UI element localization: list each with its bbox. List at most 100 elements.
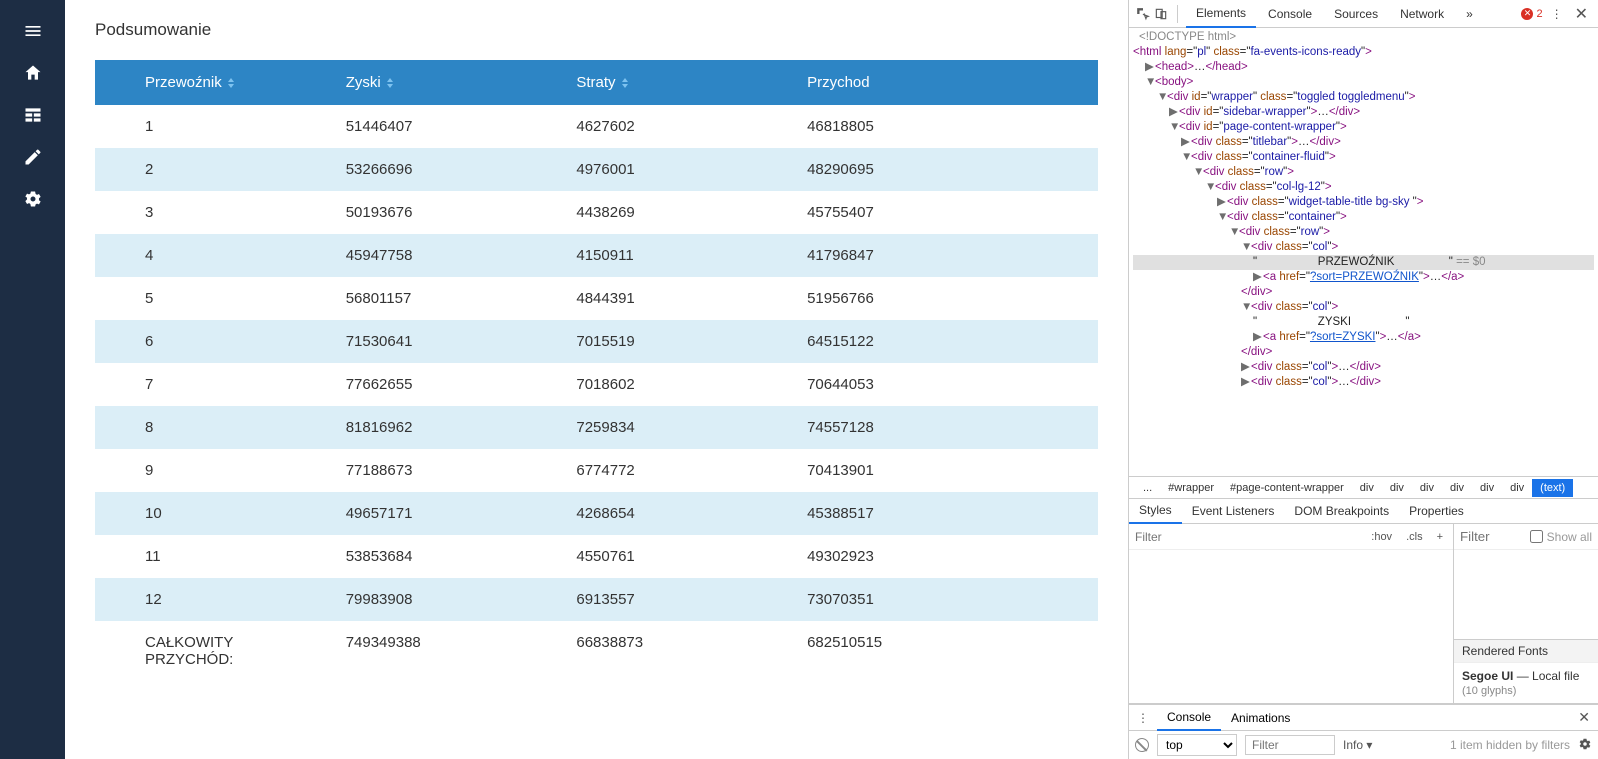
clear-console-icon[interactable] xyxy=(1135,738,1149,752)
devtools-close-icon[interactable]: ✕ xyxy=(1571,4,1592,24)
crumb[interactable]: div xyxy=(1352,479,1382,497)
inspect-icon[interactable] xyxy=(1135,6,1151,22)
devtools-panel: Elements Console Sources Network » ✕2 ⋮ … xyxy=(1128,0,1598,759)
main-content: Podsumowanie Przewoźnik Zyski Straty Prz… xyxy=(65,0,1128,759)
stab-event[interactable]: Event Listeners xyxy=(1182,499,1285,523)
hov-toggle[interactable]: :hov xyxy=(1367,529,1396,545)
cell: 8 xyxy=(95,406,326,449)
elements-tree[interactable]: <!DOCTYPE html> <html lang="pl" class="f… xyxy=(1129,28,1598,476)
crumb[interactable]: div xyxy=(1502,479,1532,497)
crumb[interactable]: ... xyxy=(1135,479,1160,497)
device-icon[interactable] xyxy=(1153,6,1169,22)
cell: 79983908 xyxy=(326,578,557,621)
sort-icon xyxy=(620,78,630,88)
cell: 1 xyxy=(95,105,326,148)
sidebar xyxy=(0,0,65,759)
cell: 6 xyxy=(95,320,326,363)
tab-network[interactable]: Network xyxy=(1390,1,1454,27)
cls-toggle[interactable]: .cls xyxy=(1402,529,1427,545)
cell: 3 xyxy=(95,191,326,234)
cell: 7 xyxy=(95,363,326,406)
table-row: 151446407462760246818805 xyxy=(95,105,1098,148)
table-row: 977188673677477270413901 xyxy=(95,449,1098,492)
styles-filter-input[interactable] xyxy=(1135,530,1361,544)
table-icon[interactable] xyxy=(0,94,65,136)
table-row: 1279983908691355773070351 xyxy=(95,578,1098,621)
sort-icon xyxy=(226,78,236,88)
cell: 6913557 xyxy=(556,578,787,621)
home-icon[interactable] xyxy=(0,52,65,94)
loglevel-select[interactable]: Info ▾ xyxy=(1343,738,1372,752)
cell: 45947758 xyxy=(326,234,557,277)
cell: 81816962 xyxy=(326,406,557,449)
crumb[interactable]: div xyxy=(1472,479,1502,497)
rendered-fonts: Rendered Fonts Segoe UI — Local file(10 … xyxy=(1454,639,1598,703)
cell: 6774772 xyxy=(556,449,787,492)
gear-icon[interactable] xyxy=(0,178,65,220)
crumb[interactable]: div xyxy=(1442,479,1472,497)
cell: 7259834 xyxy=(556,406,787,449)
crumb[interactable]: div xyxy=(1382,479,1412,497)
table-row: 1153853684455076149302923 xyxy=(95,535,1098,578)
stab-styles[interactable]: Styles xyxy=(1129,498,1182,524)
th-straty[interactable]: Straty xyxy=(556,60,787,105)
cell: 4550761 xyxy=(556,535,787,578)
cell: 71530641 xyxy=(326,320,557,363)
cell: 49657171 xyxy=(326,492,557,535)
cell: 41796847 xyxy=(787,234,1098,277)
cell: 46818805 xyxy=(787,105,1098,148)
cell: 51446407 xyxy=(326,105,557,148)
add-rule-icon[interactable]: + xyxy=(1433,529,1447,545)
context-select[interactable]: top xyxy=(1157,734,1237,756)
tab-more[interactable]: » xyxy=(1456,1,1483,27)
crumb[interactable]: #page-content-wrapper xyxy=(1222,479,1352,497)
th-zyski[interactable]: Zyski xyxy=(326,60,557,105)
cell: 4150911 xyxy=(556,234,787,277)
cell: 56801157 xyxy=(326,277,557,320)
ctab-animations[interactable]: Animations xyxy=(1221,706,1300,730)
stab-props[interactable]: Properties xyxy=(1399,499,1474,523)
console-drawer: ⋮ Console Animations ✕ top Info ▾ 1 item… xyxy=(1129,704,1598,759)
drawer-menu-icon[interactable]: ⋮ xyxy=(1129,711,1157,725)
crumb[interactable]: div xyxy=(1412,479,1442,497)
edit-icon[interactable] xyxy=(0,136,65,178)
console-filter-input[interactable] xyxy=(1245,735,1335,755)
styles-tabs: Styles Event Listeners DOM Breakpoints P… xyxy=(1129,498,1598,524)
cell: 4844391 xyxy=(556,277,787,320)
table-row: 350193676443826945755407 xyxy=(95,191,1098,234)
th-przewoznik[interactable]: Przewoźnik xyxy=(95,60,326,105)
cell: 70413901 xyxy=(787,449,1098,492)
cell: 11 xyxy=(95,535,326,578)
tab-console[interactable]: Console xyxy=(1258,1,1322,27)
cell: 2 xyxy=(95,148,326,191)
cell: 77188673 xyxy=(326,449,557,492)
cell: 74557128 xyxy=(787,406,1098,449)
table-row: 881816962725983474557128 xyxy=(95,406,1098,449)
computed-filter-input[interactable] xyxy=(1460,529,1510,544)
styles-body: :hov .cls + Show all Rendered Fonts Sego… xyxy=(1129,524,1598,704)
crumb[interactable]: #wrapper xyxy=(1160,479,1222,497)
cell: 7015519 xyxy=(556,320,787,363)
table-row: 445947758415091141796847 xyxy=(95,234,1098,277)
tab-sources[interactable]: Sources xyxy=(1324,1,1388,27)
cell: 4268654 xyxy=(556,492,787,535)
devtools-menu-icon[interactable]: ⋮ xyxy=(1545,7,1569,21)
stab-dom[interactable]: DOM Breakpoints xyxy=(1284,499,1399,523)
cell: 4438269 xyxy=(556,191,787,234)
drawer-close-icon[interactable]: ✕ xyxy=(1570,709,1598,726)
error-badge[interactable]: ✕2 xyxy=(1521,8,1542,20)
cell: 9 xyxy=(95,449,326,492)
crumb[interactable]: (text) xyxy=(1532,479,1573,497)
th-przychod[interactable]: Przychod xyxy=(787,60,1098,105)
showall-checkbox[interactable] xyxy=(1530,530,1543,543)
cell: 4976001 xyxy=(556,148,787,191)
menu-toggle-icon[interactable] xyxy=(0,10,65,52)
hidden-count: 1 item hidden by filters xyxy=(1380,738,1570,752)
cell: 7018602 xyxy=(556,363,787,406)
table-body: 1514464074627602468188052532666964976001… xyxy=(95,105,1098,681)
ctab-console[interactable]: Console xyxy=(1157,705,1221,731)
cell: 50193676 xyxy=(326,191,557,234)
tab-elements[interactable]: Elements xyxy=(1186,0,1256,28)
console-settings-icon[interactable] xyxy=(1578,737,1592,754)
breadcrumb[interactable]: ...#wrapper#page-content-wrapperdivdivdi… xyxy=(1129,476,1598,498)
